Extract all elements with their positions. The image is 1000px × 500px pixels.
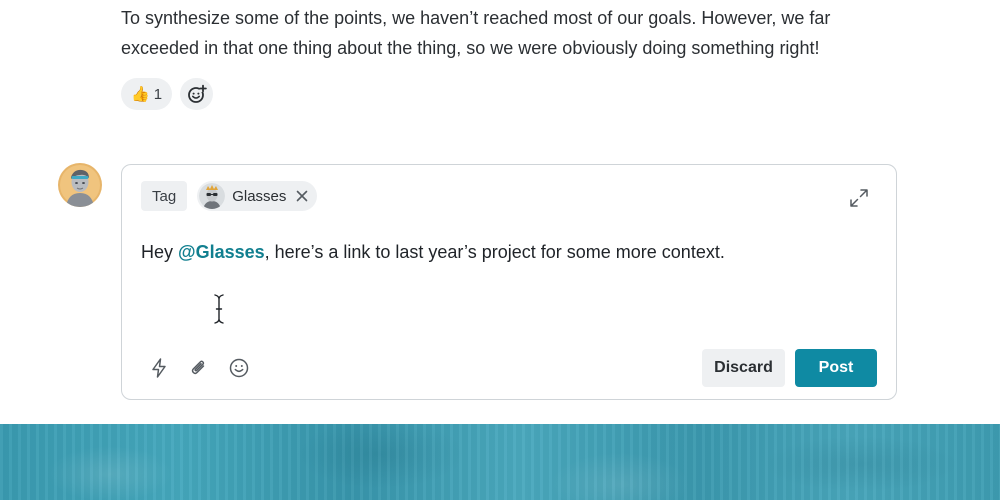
attach-file-button[interactable]: [188, 357, 210, 379]
thumbs-up-emoji: 👍: [131, 85, 150, 103]
tag-label[interactable]: Tag: [141, 181, 188, 211]
add-emoji-icon: [187, 84, 207, 103]
remove-tag-button[interactable]: [295, 189, 309, 203]
expand-button[interactable]: [848, 187, 870, 209]
shortcuts-button[interactable]: [148, 357, 170, 379]
message-text-before: Hey: [141, 242, 179, 262]
previous-comment-text: To synthesize some of the points, we hav…: [121, 8, 831, 58]
paperclip-icon: [191, 360, 205, 375]
tagged-user-chip[interactable]: Glasses: [197, 181, 318, 211]
current-user-avatar: [58, 163, 102, 207]
smiley-icon: [229, 358, 249, 378]
reaction-count: 1: [153, 85, 163, 103]
message-text-after: , here’s a link to last year’s project f…: [264, 242, 725, 262]
expand-icon: [850, 189, 868, 207]
add-reaction-button[interactable]: [180, 78, 214, 110]
message-input[interactable]: Hey @Glasses, here’s a link to last year…: [141, 239, 861, 265]
user-mention[interactable]: @Glasses: [178, 242, 265, 262]
composer-actions: Discard Post: [702, 349, 877, 387]
tagged-user-name: Glasses: [232, 187, 287, 205]
discard-button[interactable]: Discard: [702, 349, 785, 387]
watercolor-background-strip: [0, 424, 1000, 500]
composer-toolbar: [148, 357, 250, 379]
tag-row: Tag Glasses: [141, 181, 318, 211]
close-icon: [297, 190, 308, 202]
lightning-icon: [152, 358, 166, 378]
tagged-user-avatar: [199, 183, 226, 209]
comment-thread-page: To synthesize some of the points, we hav…: [0, 0, 1000, 500]
reaction-bar: 👍 1: [121, 78, 214, 110]
text-cursor-icon: [214, 294, 224, 324]
post-button[interactable]: Post: [795, 349, 877, 387]
emoji-picker-button[interactable]: [228, 357, 250, 379]
comment-composer: Tag Glasses Hey @Glasses, here’s a link …: [121, 164, 897, 400]
reaction-thumbs-up[interactable]: 👍 1: [121, 78, 173, 110]
